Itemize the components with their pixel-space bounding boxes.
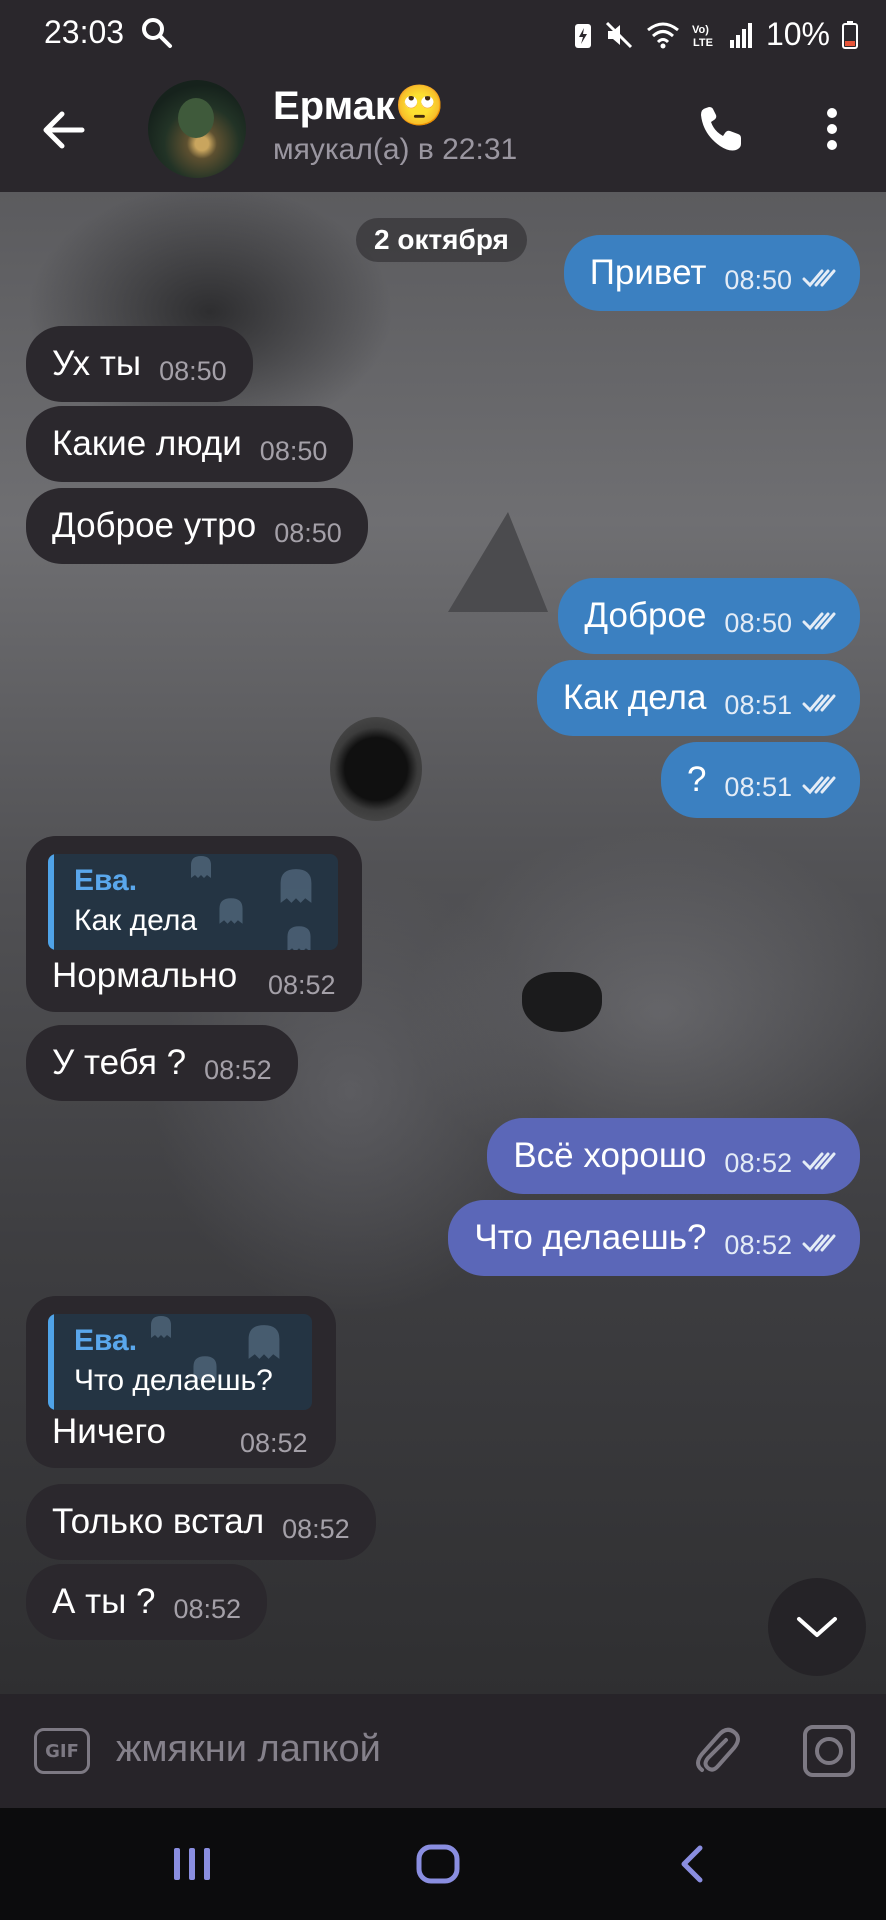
message-incoming[interactable]: Доброе утро 08:50 [26, 488, 368, 564]
message-outgoing[interactable]: Что делаешь? 08:52 [448, 1200, 860, 1276]
reply-quote[interactable]: Ева. Что делаешь? [48, 1314, 312, 1410]
reply-accent-bar [48, 1314, 54, 1410]
ghost-icon [151, 1316, 171, 1338]
svg-text:Vo): Vo) [692, 24, 709, 36]
reply-text: Как дела [74, 904, 198, 937]
reply-accent-bar [48, 854, 54, 950]
message-time: 08:52 [282, 1513, 350, 1544]
message-time: 08:51 [724, 689, 792, 720]
message-text: Ух ты [52, 344, 142, 383]
double-check-icon [802, 1232, 842, 1258]
message-text: Как дела [562, 678, 707, 717]
message-outgoing[interactable]: Как дела 08:51 [536, 660, 860, 736]
message-time: 08:50 [724, 607, 792, 638]
double-check-icon [802, 692, 842, 718]
avatar[interactable] [148, 80, 246, 178]
reply-text: Что делаешь? [74, 1364, 273, 1397]
message-incoming[interactable]: Какие люди 08:50 [26, 406, 354, 482]
message-time: 08:50 [159, 355, 227, 386]
message-incoming[interactable]: Ух ты 08:50 [26, 326, 253, 402]
message-time: 08:52 [204, 1054, 272, 1085]
contact-name[interactable]: Ермак🙄 [273, 82, 445, 129]
gif-button[interactable]: GIF [34, 1728, 90, 1774]
message-text: А ты ? [52, 1582, 156, 1621]
message-input-bar: GIF жмякни лапкой [0, 1694, 886, 1808]
message-time: 08:50 [259, 435, 328, 466]
double-check-icon [802, 610, 842, 636]
nav-recents-icon[interactable] [172, 1846, 212, 1886]
status-bar: 23:03 Vo) LTE 10% [0, 0, 886, 68]
message-outgoing[interactable]: Всё хорошо 08:52 [487, 1118, 860, 1194]
ghost-icon [280, 869, 312, 903]
message-incoming[interactable]: Только встал 08:52 [26, 1484, 376, 1560]
message-outgoing[interactable]: Доброе 08:50 [558, 578, 860, 654]
status-time: 23:03 [44, 14, 125, 50]
double-check-icon [802, 267, 842, 293]
message-text: Всё хорошо [513, 1136, 707, 1175]
more-vertical-icon[interactable] [820, 104, 844, 158]
message-input[interactable]: жмякни лапкой [116, 1728, 381, 1771]
system-nav-bar [0, 1808, 886, 1920]
mute-icon [604, 20, 634, 50]
message-text: ? [686, 760, 707, 799]
reply-author: Ева. [74, 1324, 138, 1357]
message-text: Что делаешь? [474, 1218, 707, 1257]
wifi-icon [646, 21, 680, 49]
ghost-icon [219, 898, 243, 924]
camera-icon[interactable] [802, 1724, 856, 1782]
message-time: 08:50 [724, 264, 792, 295]
emoji: 🙄 [394, 84, 445, 128]
wallpaper-cat-eye [330, 717, 422, 821]
chevron-down-icon [797, 1617, 837, 1637]
message-text: Какие люди [52, 424, 242, 463]
reply-author: Ева. [74, 864, 138, 897]
nav-back-icon[interactable] [676, 1844, 706, 1888]
message-text: Нормально [52, 956, 238, 995]
date-separator: 2 октября [356, 218, 527, 262]
message-text: У тебя ? [52, 1043, 187, 1082]
message-text: Доброе [584, 596, 707, 635]
chat-area[interactable]: 2 октября Привет 08:50 Ух ты 08:50 Какие… [0, 192, 886, 1694]
message-text: Только встал [52, 1502, 265, 1541]
message-text: Привет [589, 253, 707, 292]
message-outgoing[interactable]: ? 08:51 [660, 742, 860, 818]
battery-percent: 10% [765, 16, 830, 52]
message-incoming-reply[interactable]: Ева. Что делаешь? Ничего 08:52 [26, 1296, 336, 1468]
message-time: 08:52 [724, 1147, 792, 1178]
scroll-down-button[interactable] [768, 1578, 866, 1676]
message-incoming[interactable]: А ты ? 08:52 [26, 1564, 268, 1640]
chat-header: Ермак🙄 мяукал(а) в 22:31 [0, 68, 886, 192]
paperclip-icon[interactable] [690, 1724, 744, 1782]
ghost-icon [287, 926, 311, 950]
message-time: 08:52 [240, 1428, 308, 1458]
battery-saver-icon [574, 21, 592, 49]
phone-icon[interactable] [696, 104, 746, 158]
message-time: 08:52 [268, 970, 336, 1000]
message-text: Ничего [52, 1412, 166, 1451]
signal-icon [729, 22, 754, 48]
double-check-icon [802, 774, 842, 800]
svg-text:LTE: LTE [693, 37, 713, 49]
reply-quote[interactable]: Ева. Как дела [48, 854, 338, 950]
message-incoming[interactable]: У тебя ? 08:52 [26, 1025, 298, 1101]
nav-home-icon[interactable] [416, 1844, 460, 1888]
wallpaper-cat-ear [448, 512, 548, 612]
double-check-icon [802, 1150, 842, 1176]
battery-icon [842, 20, 858, 49]
message-time: 08:52 [173, 1593, 242, 1624]
search-icon [140, 16, 174, 54]
back-arrow-icon[interactable] [40, 106, 88, 158]
message-outgoing[interactable]: Привет 08:50 [563, 235, 860, 311]
ghost-icon [191, 856, 211, 878]
message-text: Доброе утро [52, 506, 257, 545]
message-time: 08:50 [274, 517, 342, 548]
message-time: 08:51 [724, 771, 792, 802]
message-time: 08:52 [724, 1229, 792, 1260]
volte-icon: Vo) LTE [692, 21, 718, 49]
message-incoming-reply[interactable]: Ева. Как дела Нормально 08:52 [26, 836, 362, 1012]
contact-status: мяукал(а) в 22:31 [273, 133, 518, 166]
ghost-icon [248, 1325, 280, 1359]
wallpaper-cat-nose [522, 972, 602, 1032]
